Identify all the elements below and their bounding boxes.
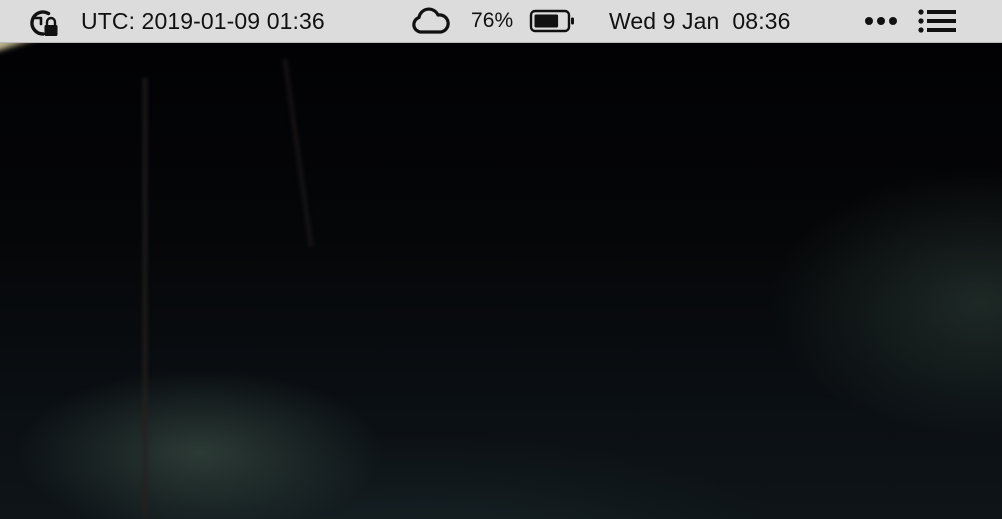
- menu-bar: UTC: 2019-01-09 01:36 76% Wed 9 Jan 08:3…: [0, 0, 1002, 43]
- list-icon: [918, 9, 956, 33]
- wallpaper-pole: [141, 78, 149, 519]
- battery-glyph-icon: [529, 9, 574, 33]
- wallpaper-pole: [280, 58, 316, 248]
- local-clock[interactable]: Wed 9 Jan 08:36: [609, 0, 790, 42]
- battery-percent-label: 76%: [471, 9, 514, 32]
- notification-center-icon[interactable]: [918, 0, 958, 42]
- battery-percent[interactable]: 76%: [471, 0, 513, 42]
- ellipsis-icon[interactable]: [864, 0, 900, 42]
- time-machine-lock-icon[interactable]: [22, 0, 62, 42]
- more-dots-icon: [865, 17, 897, 25]
- screen: UTC: 2019-01-09 01:36 76% Wed 9 Jan 08:3…: [0, 0, 1002, 519]
- cloud-glyph-icon: [412, 7, 450, 34]
- battery-icon[interactable]: [529, 0, 577, 42]
- lock-clock-icon: [30, 10, 58, 36]
- cloud-icon[interactable]: [410, 0, 450, 42]
- desktop-wallpaper: [0, 0, 1002, 519]
- utc-clock-label: UTC: 2019-01-09 01:36: [81, 7, 325, 34]
- utc-clock[interactable]: UTC: 2019-01-09 01:36: [81, 0, 325, 42]
- local-clock-label: Wed 9 Jan 08:36: [609, 7, 791, 34]
